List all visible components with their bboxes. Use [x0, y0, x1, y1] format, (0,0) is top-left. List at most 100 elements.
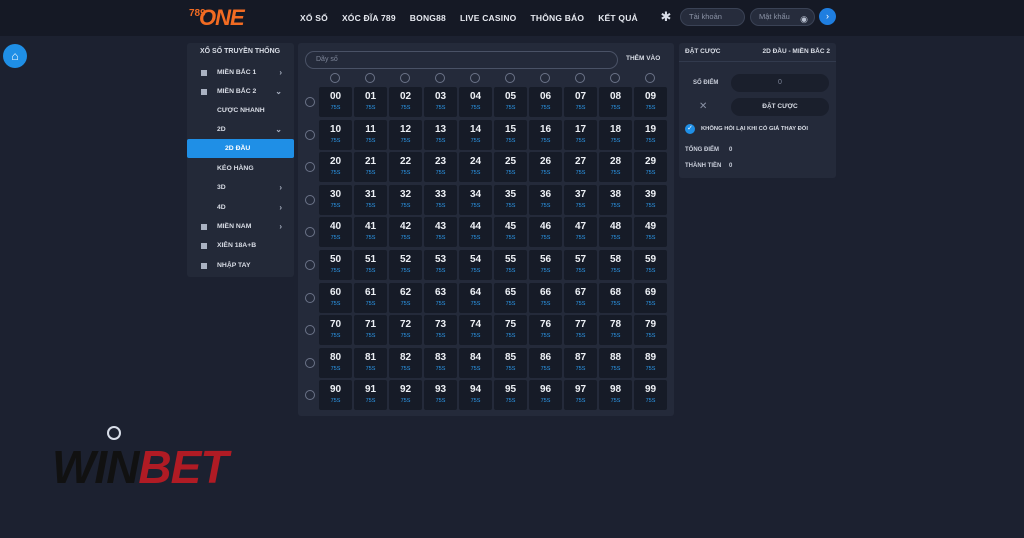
account-input[interactable]: Tài khoản: [680, 8, 745, 26]
number-cell[interactable]: 72 75S: [389, 315, 422, 346]
number-cell[interactable]: 63 75S: [424, 282, 457, 313]
number-cell[interactable]: 44 75S: [459, 217, 492, 248]
sidebar-item[interactable]: MIỀN BẮC 1 ›: [187, 63, 294, 82]
number-cell[interactable]: 17 75S: [564, 119, 597, 150]
place-bet-button[interactable]: ĐẶT CƯỢC: [731, 98, 829, 116]
number-cell[interactable]: 09 75S: [634, 87, 667, 117]
number-cell[interactable]: 10 75S: [319, 119, 352, 150]
row-select-radio[interactable]: [305, 325, 315, 336]
gear-icon[interactable]: ✱: [659, 10, 673, 24]
number-cell[interactable]: 36 75S: [529, 184, 562, 215]
number-cell[interactable]: 98 75S: [599, 380, 632, 411]
column-select-radio[interactable]: [575, 73, 585, 83]
number-cell[interactable]: 42 75S: [389, 217, 422, 248]
number-cell[interactable]: 91 75S: [354, 380, 387, 411]
number-cell[interactable]: 06 75S: [529, 87, 562, 117]
number-cell[interactable]: 25 75S: [494, 152, 527, 183]
number-cell[interactable]: 23 75S: [424, 152, 457, 183]
add-button[interactable]: THÊM VÀO: [626, 55, 660, 62]
login-button[interactable]: ›: [819, 8, 836, 25]
number-cell[interactable]: 88 75S: [599, 347, 632, 378]
number-cell[interactable]: 50 75S: [319, 250, 352, 280]
number-cell[interactable]: 78 75S: [599, 315, 632, 346]
sidebar-item[interactable]: KÉO HÀNG: [187, 159, 294, 178]
number-cell[interactable]: 45 75S: [494, 217, 527, 248]
eye-icon[interactable]: ◉: [800, 11, 808, 27]
number-cell[interactable]: 29 75S: [634, 152, 667, 183]
number-cell[interactable]: 52 75S: [389, 250, 422, 280]
column-select-radio[interactable]: [400, 73, 410, 83]
number-cell[interactable]: 21 75S: [354, 152, 387, 183]
number-cell[interactable]: 71 75S: [354, 315, 387, 346]
number-cell[interactable]: 19 75S: [634, 119, 667, 150]
number-cell[interactable]: 33 75S: [424, 184, 457, 215]
number-cell[interactable]: 84 75S: [459, 347, 492, 378]
number-cell[interactable]: 41 75S: [354, 217, 387, 248]
points-input[interactable]: 0: [731, 74, 829, 92]
number-cell[interactable]: 08 75S: [599, 87, 632, 117]
home-icon[interactable]: ⌂: [3, 44, 27, 68]
number-cell[interactable]: 92 75S: [389, 380, 422, 411]
number-cell[interactable]: 80 75S: [319, 347, 352, 378]
column-select-radio[interactable]: [470, 73, 480, 83]
nav-xoc-dia[interactable]: XÓC ĐĨA 789: [342, 13, 396, 23]
sidebar-item[interactable]: CƯỢC NHANH: [187, 101, 294, 120]
number-cell[interactable]: 26 75S: [529, 152, 562, 183]
site-logo[interactable]: 789 ONE: [187, 5, 245, 30]
number-cell[interactable]: 55 75S: [494, 250, 527, 280]
number-cell[interactable]: 43 75S: [424, 217, 457, 248]
number-cell[interactable]: 07 75S: [564, 87, 597, 117]
number-cell[interactable]: 14 75S: [459, 119, 492, 150]
number-cell[interactable]: 16 75S: [529, 119, 562, 150]
number-cell[interactable]: 48 75S: [599, 217, 632, 248]
number-cell[interactable]: 46 75S: [529, 217, 562, 248]
sidebar-item[interactable]: 3D ›: [187, 178, 294, 197]
number-cell[interactable]: 24 75S: [459, 152, 492, 183]
nav-ket-qua[interactable]: KẾT QUẢ: [598, 13, 638, 23]
row-select-radio[interactable]: [305, 97, 315, 107]
check-icon[interactable]: ✓: [685, 124, 695, 134]
number-cell[interactable]: 51 75S: [354, 250, 387, 280]
number-cell[interactable]: 40 75S: [319, 217, 352, 248]
number-cell[interactable]: 49 75S: [634, 217, 667, 248]
nav-xo-so[interactable]: XỔ SỐ: [300, 13, 328, 23]
number-cell[interactable]: 27 75S: [564, 152, 597, 183]
number-cell[interactable]: 90 75S: [319, 380, 352, 411]
number-cell[interactable]: 93 75S: [424, 380, 457, 411]
row-select-radio[interactable]: [305, 357, 315, 368]
number-cell[interactable]: 69 75S: [634, 282, 667, 313]
column-select-radio[interactable]: [540, 73, 550, 83]
number-cell[interactable]: 74 75S: [459, 315, 492, 346]
column-select-radio[interactable]: [645, 73, 655, 83]
number-cell[interactable]: 86 75S: [529, 347, 562, 378]
number-cell[interactable]: 59 75S: [634, 250, 667, 280]
number-cell[interactable]: 77 75S: [564, 315, 597, 346]
number-cell[interactable]: 12 75S: [389, 119, 422, 150]
number-cell[interactable]: 04 75S: [459, 87, 492, 117]
number-cell[interactable]: 34 75S: [459, 184, 492, 215]
number-cell[interactable]: 38 75S: [599, 184, 632, 215]
password-input[interactable]: Mật khẩu ◉: [750, 8, 815, 26]
column-select-radio[interactable]: [330, 73, 340, 83]
row-select-radio[interactable]: [305, 129, 315, 140]
number-cell[interactable]: 99 75S: [634, 380, 667, 411]
number-cell[interactable]: 79 75S: [634, 315, 667, 346]
row-select-radio[interactable]: [305, 227, 315, 238]
number-cell[interactable]: 56 75S: [529, 250, 562, 280]
row-select-radio[interactable]: [305, 292, 315, 303]
number-cell[interactable]: 89 75S: [634, 347, 667, 378]
nav-bong88[interactable]: BONG88: [410, 13, 446, 23]
number-cell[interactable]: 02 75S: [389, 87, 422, 117]
number-cell[interactable]: 85 75S: [494, 347, 527, 378]
number-cell[interactable]: 58 75S: [599, 250, 632, 280]
sidebar-item[interactable]: NHẬP TAY: [187, 256, 294, 275]
sidebar-item[interactable]: 4D ›: [187, 198, 294, 217]
number-cell[interactable]: 22 75S: [389, 152, 422, 183]
number-cell[interactable]: 28 75S: [599, 152, 632, 183]
number-cell[interactable]: 00 75S: [319, 87, 352, 117]
number-cell[interactable]: 76 75S: [529, 315, 562, 346]
nav-thong-bao[interactable]: THÔNG BÁO: [530, 13, 584, 23]
number-cell[interactable]: 75 75S: [494, 315, 527, 346]
number-cell[interactable]: 39 75S: [634, 184, 667, 215]
number-cell[interactable]: 66 75S: [529, 282, 562, 313]
